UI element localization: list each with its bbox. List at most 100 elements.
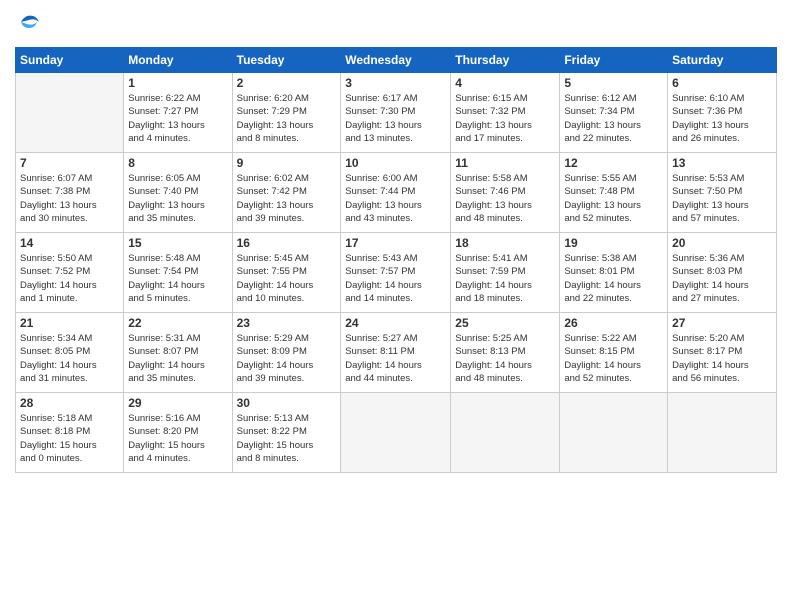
week-row-4: 21 Sunrise: 5:34 AM Sunset: 8:05 PM Dayli… (16, 313, 777, 393)
week-row-1: 1 Sunrise: 6:22 AM Sunset: 7:27 PM Daylig… (16, 73, 777, 153)
day-info: Sunrise: 5:13 AM Sunset: 8:22 PM Dayligh… (237, 412, 337, 465)
day-number: 28 (20, 396, 119, 410)
day-cell: 27 Sunrise: 5:20 AM Sunset: 8:17 PM Dayli… (668, 313, 777, 393)
day-cell: 3Sunrise: 6:17 AM Sunset: 7:30 PM Daylig… (341, 73, 451, 153)
header (15, 10, 777, 39)
day-number: 13 (672, 156, 772, 170)
day-number: 10 (345, 156, 446, 170)
day-header-saturday: Saturday (668, 48, 777, 73)
day-cell: 28Sunrise: 5:18 AM Sunset: 8:18 PM Dayli… (16, 393, 124, 473)
day-info: Sunrise: 5:50 AM Sunset: 7:52 PM Dayligh… (20, 252, 119, 305)
day-cell: 4 Sunrise: 6:15 AM Sunset: 7:32 PM Daylig… (451, 73, 560, 153)
day-number: 24 (345, 316, 446, 330)
day-info: Sunrise: 5:29 AM Sunset: 8:09 PM Dayligh… (237, 332, 337, 385)
day-cell: 7 Sunrise: 6:07 AM Sunset: 7:38 PM Daylig… (16, 153, 124, 233)
day-cell: 5Sunrise: 6:12 AM Sunset: 7:34 PM Daylig… (560, 73, 668, 153)
logo-icon (17, 10, 41, 34)
day-number: 22 (128, 316, 227, 330)
day-cell (560, 393, 668, 473)
day-info: Sunrise: 6:22 AM Sunset: 7:27 PM Dayligh… (128, 92, 227, 145)
day-info: Sunrise: 5:36 AM Sunset: 8:03 PM Dayligh… (672, 252, 772, 305)
day-number: 19 (564, 236, 663, 250)
day-number: 7 (20, 156, 119, 170)
day-header-monday: Monday (124, 48, 232, 73)
day-header-thursday: Thursday (451, 48, 560, 73)
day-cell: 21 Sunrise: 5:34 AM Sunset: 8:05 PM Dayli… (16, 313, 124, 393)
day-header-sunday: Sunday (16, 48, 124, 73)
day-number: 30 (237, 396, 337, 410)
day-info: Sunrise: 5:25 AM Sunset: 8:13 PM Dayligh… (455, 332, 555, 385)
header-row: SundayMondayTuesdayWednesdayThursdayFrid… (16, 48, 777, 73)
day-header-friday: Friday (560, 48, 668, 73)
day-cell: 23 Sunrise: 5:29 AM Sunset: 8:09 PM Dayli… (232, 313, 341, 393)
day-cell: 20 Sunrise: 5:36 AM Sunset: 8:03 PM Dayli… (668, 233, 777, 313)
day-cell (451, 393, 560, 473)
calendar-table: SundayMondayTuesdayWednesdayThursdayFrid… (15, 47, 777, 473)
day-cell: 10Sunrise: 6:00 AM Sunset: 7:44 PM Dayli… (341, 153, 451, 233)
day-cell: 13 Sunrise: 5:53 AM Sunset: 7:50 PM Dayli… (668, 153, 777, 233)
day-number: 27 (672, 316, 772, 330)
day-info: Sunrise: 5:55 AM Sunset: 7:48 PM Dayligh… (564, 172, 663, 225)
day-cell: 22 Sunrise: 5:31 AM Sunset: 8:07 PM Dayli… (124, 313, 232, 393)
day-cell (341, 393, 451, 473)
day-info: Sunrise: 5:53 AM Sunset: 7:50 PM Dayligh… (672, 172, 772, 225)
day-cell: 19Sunrise: 5:38 AM Sunset: 8:01 PM Dayli… (560, 233, 668, 313)
day-cell: 6 Sunrise: 6:10 AM Sunset: 7:36 PM Daylig… (668, 73, 777, 153)
logo (15, 10, 41, 39)
logo-text (15, 10, 41, 39)
day-cell: 2 Sunrise: 6:20 AM Sunset: 7:29 PM Daylig… (232, 73, 341, 153)
day-number: 8 (128, 156, 227, 170)
day-number: 5 (564, 76, 663, 90)
day-header-tuesday: Tuesday (232, 48, 341, 73)
day-info: Sunrise: 6:05 AM Sunset: 7:40 PM Dayligh… (128, 172, 227, 225)
day-info: Sunrise: 6:10 AM Sunset: 7:36 PM Dayligh… (672, 92, 772, 145)
day-number: 26 (564, 316, 663, 330)
day-number: 1 (128, 76, 227, 90)
day-number: 2 (237, 76, 337, 90)
day-cell: 1 Sunrise: 6:22 AM Sunset: 7:27 PM Daylig… (124, 73, 232, 153)
day-info: Sunrise: 5:41 AM Sunset: 7:59 PM Dayligh… (455, 252, 555, 305)
day-cell: 15 Sunrise: 5:48 AM Sunset: 7:54 PM Dayli… (124, 233, 232, 313)
day-number: 3 (345, 76, 446, 90)
day-cell (668, 393, 777, 473)
day-cell: 25 Sunrise: 5:25 AM Sunset: 8:13 PM Dayli… (451, 313, 560, 393)
day-number: 14 (20, 236, 119, 250)
day-number: 29 (128, 396, 227, 410)
day-info: Sunrise: 6:02 AM Sunset: 7:42 PM Dayligh… (237, 172, 337, 225)
day-cell: 16Sunrise: 5:45 AM Sunset: 7:55 PM Dayli… (232, 233, 341, 313)
day-cell: 24 Sunrise: 5:27 AM Sunset: 8:11 PM Dayli… (341, 313, 451, 393)
day-info: Sunrise: 5:22 AM Sunset: 8:15 PM Dayligh… (564, 332, 663, 385)
day-info: Sunrise: 5:48 AM Sunset: 7:54 PM Dayligh… (128, 252, 227, 305)
day-info: Sunrise: 5:58 AM Sunset: 7:46 PM Dayligh… (455, 172, 555, 225)
week-row-2: 7 Sunrise: 6:07 AM Sunset: 7:38 PM Daylig… (16, 153, 777, 233)
day-number: 6 (672, 76, 772, 90)
day-info: Sunrise: 6:15 AM Sunset: 7:32 PM Dayligh… (455, 92, 555, 145)
day-info: Sunrise: 5:27 AM Sunset: 8:11 PM Dayligh… (345, 332, 446, 385)
day-number: 25 (455, 316, 555, 330)
day-number: 20 (672, 236, 772, 250)
day-number: 21 (20, 316, 119, 330)
day-number: 4 (455, 76, 555, 90)
day-number: 12 (564, 156, 663, 170)
day-number: 18 (455, 236, 555, 250)
day-cell: 8 Sunrise: 6:05 AM Sunset: 7:40 PM Daylig… (124, 153, 232, 233)
day-info: Sunrise: 6:07 AM Sunset: 7:38 PM Dayligh… (20, 172, 119, 225)
day-cell: 30 Sunrise: 5:13 AM Sunset: 8:22 PM Dayli… (232, 393, 341, 473)
day-cell: 17Sunrise: 5:43 AM Sunset: 7:57 PM Dayli… (341, 233, 451, 313)
week-row-3: 14 Sunrise: 5:50 AM Sunset: 7:52 PM Dayli… (16, 233, 777, 313)
day-info: Sunrise: 5:34 AM Sunset: 8:05 PM Dayligh… (20, 332, 119, 385)
day-number: 15 (128, 236, 227, 250)
day-info: Sunrise: 5:20 AM Sunset: 8:17 PM Dayligh… (672, 332, 772, 385)
day-info: Sunrise: 5:16 AM Sunset: 8:20 PM Dayligh… (128, 412, 227, 465)
day-cell: 26 Sunrise: 5:22 AM Sunset: 8:15 PM Dayli… (560, 313, 668, 393)
day-number: 23 (237, 316, 337, 330)
day-cell: 9Sunrise: 6:02 AM Sunset: 7:42 PM Daylig… (232, 153, 341, 233)
day-cell (16, 73, 124, 153)
day-info: Sunrise: 6:20 AM Sunset: 7:29 PM Dayligh… (237, 92, 337, 145)
day-cell: 18 Sunrise: 5:41 AM Sunset: 7:59 PM Dayli… (451, 233, 560, 313)
day-cell: 14 Sunrise: 5:50 AM Sunset: 7:52 PM Dayli… (16, 233, 124, 313)
day-number: 11 (455, 156, 555, 170)
day-cell: 29 Sunrise: 5:16 AM Sunset: 8:20 PM Dayli… (124, 393, 232, 473)
day-info: Sunrise: 5:45 AM Sunset: 7:55 PM Dayligh… (237, 252, 337, 305)
day-info: Sunrise: 5:31 AM Sunset: 8:07 PM Dayligh… (128, 332, 227, 385)
